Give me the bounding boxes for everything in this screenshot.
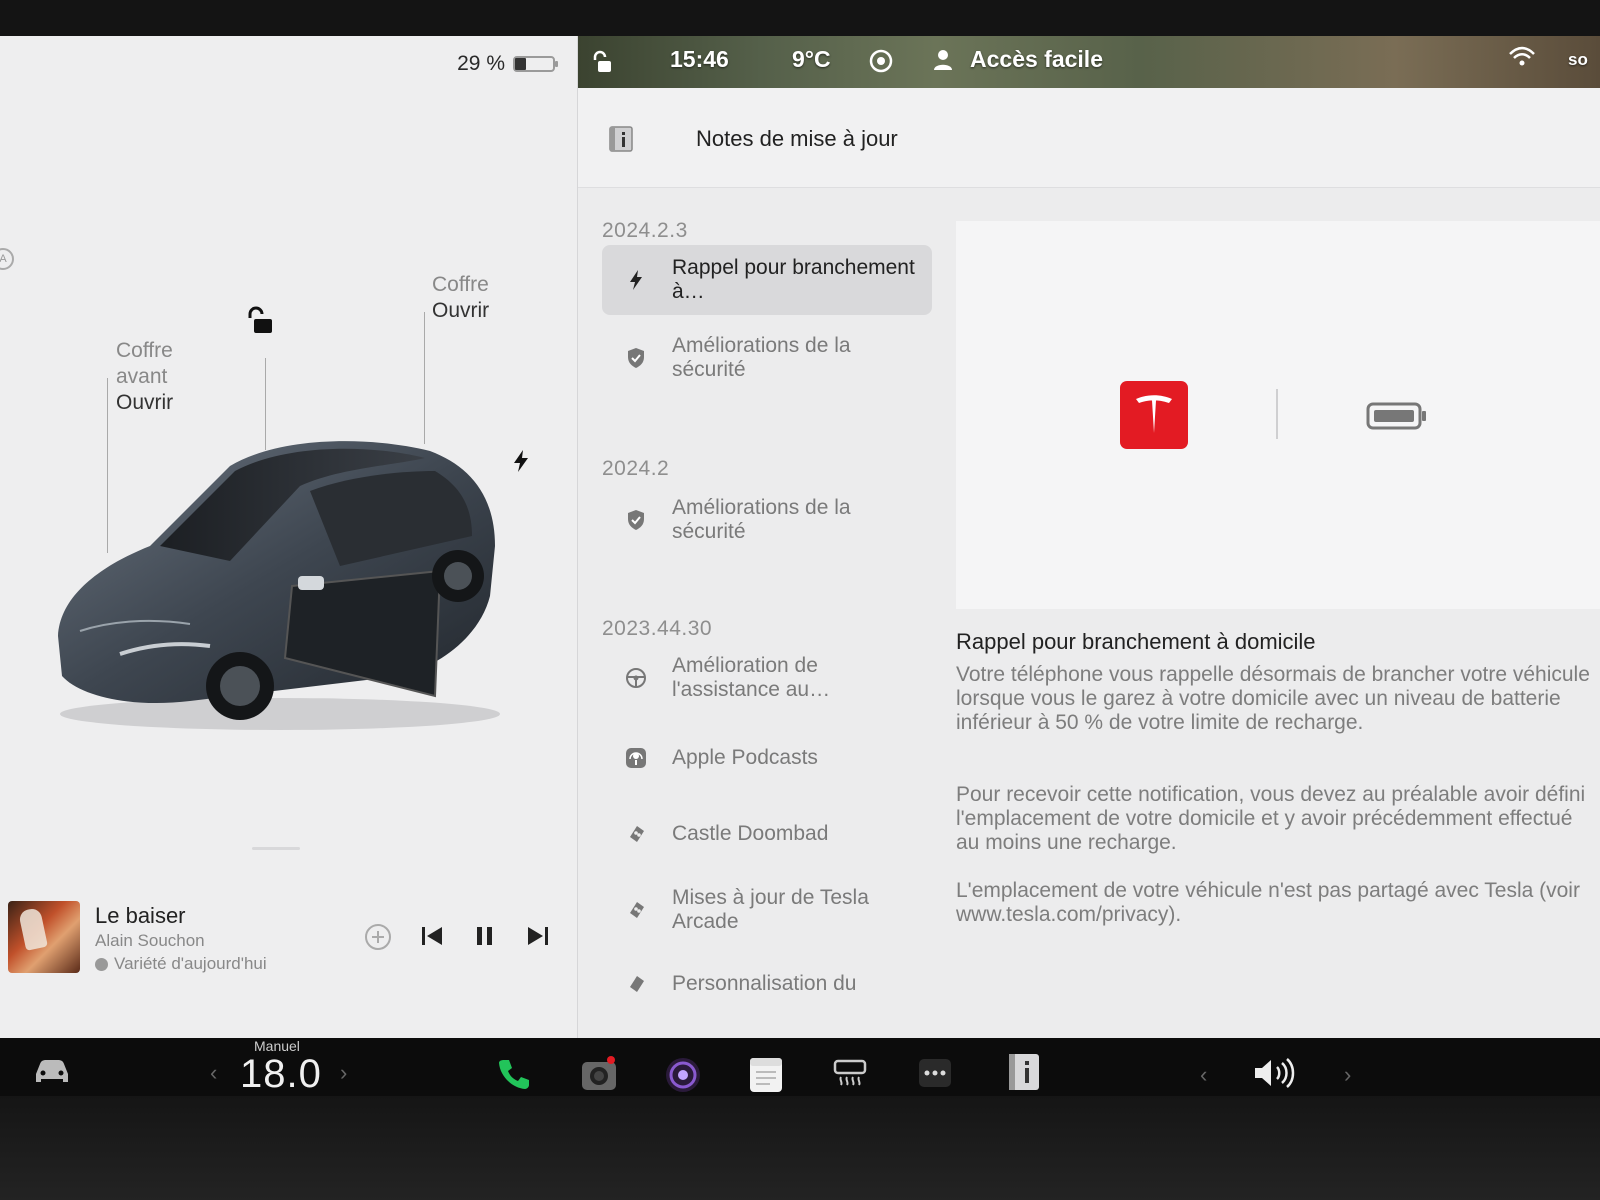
battery-percent: 29 % xyxy=(457,52,505,75)
release-notes-panel: Notes de mise à jour 2024.2.3 Rappel pou… xyxy=(578,88,1600,1038)
driver-profile-name[interactable]: Accès facile xyxy=(970,46,1103,73)
sentry-icon[interactable] xyxy=(868,48,894,80)
detail-title: Rappel pour branchement à domicile xyxy=(956,629,1316,654)
note-item-security-improvements[interactable]: Améliorations de la sécurité xyxy=(602,323,932,393)
volume-down-chevron-icon[interactable]: ‹ xyxy=(1200,1062,1207,1088)
note-item-label: Améliorations de la sécurité xyxy=(672,334,851,381)
game-icon xyxy=(624,972,648,996)
note-item-personalisation[interactable]: Personnalisation du xyxy=(602,949,932,1019)
game-icon xyxy=(624,898,648,922)
temp-up-chevron-icon[interactable]: › xyxy=(340,1060,347,1086)
detail-paragraph: Pour recevoir cette notification, vous d… xyxy=(956,783,1586,854)
version-label: 2024.2.3 xyxy=(602,219,688,242)
battery-icon xyxy=(1366,401,1428,436)
release-notes-icon[interactable] xyxy=(1006,1052,1042,1096)
defrost-icon[interactable] xyxy=(832,1058,868,1093)
touchscreen: 29 % A Coffre avant Ouvrir Coffre Ouvrir xyxy=(0,36,1600,1096)
note-item-label: Apple Podcasts xyxy=(672,746,818,769)
note-item-label: Améliorations de la sécurité xyxy=(672,496,851,543)
note-item-castle-doombad[interactable]: Castle Doombad xyxy=(602,799,932,869)
lens-icon[interactable] xyxy=(664,1056,702,1096)
pause-icon[interactable] xyxy=(474,923,496,954)
detail-paragraph: L'emplacement de votre véhicule n'est pa… xyxy=(956,879,1580,926)
release-note-detail: Rappel pour branchement à domicile Votre… xyxy=(956,189,1600,1038)
battery-icon xyxy=(513,56,558,72)
release-notes-book-icon xyxy=(606,124,636,159)
taskbar: ‹ Manuel 18.0 › ‹ › xyxy=(0,1038,1600,1096)
song-source: Variété d'aujourd'hui xyxy=(95,954,267,974)
note-item-label: Castle Doombad xyxy=(672,822,829,845)
clock: 15:46 xyxy=(670,46,729,72)
unlock-icon[interactable] xyxy=(246,306,274,341)
song-artist: Alain Souchon xyxy=(95,931,205,950)
release-notes-header: Notes de mise à jour xyxy=(578,88,1600,188)
cabin-temperature[interactable]: 18.0 xyxy=(240,1052,322,1096)
note-item-label: Mises à jour de Tesla Arcade xyxy=(672,886,869,933)
add-favorite-icon[interactable] xyxy=(364,923,392,956)
album-art[interactable] xyxy=(8,901,80,973)
release-notes-title: Notes de mise à jour xyxy=(696,126,898,151)
version-label: 2023.44.30 xyxy=(602,617,713,640)
calendar-icon[interactable] xyxy=(748,1054,784,1096)
trunk-control[interactable]: Coffre Ouvrir xyxy=(432,272,489,324)
note-item-security-improvements[interactable]: Améliorations de la sécurité xyxy=(602,485,932,555)
more-icon[interactable] xyxy=(918,1058,952,1093)
note-item-home-charging-reminder[interactable]: Rappel pour branchement à… xyxy=(602,245,932,315)
note-item-label: Personnalisation du xyxy=(672,972,857,995)
note-item-driving-assistance[interactable]: Amélioration de l'assistance au… xyxy=(602,643,932,713)
version-label: 2024.2 xyxy=(602,457,670,480)
podcasts-icon xyxy=(624,746,648,770)
note-item-label: Rappel pour branchement à… xyxy=(672,256,915,303)
wifi-icon[interactable] xyxy=(1508,46,1536,74)
volume-up-chevron-icon[interactable]: › xyxy=(1344,1062,1351,1088)
camera-icon[interactable] xyxy=(580,1056,618,1096)
note-item-label: Amélioration de l'assistance au… xyxy=(672,654,831,701)
status-edge-text: so xyxy=(1568,50,1588,69)
car-icon[interactable] xyxy=(32,1056,72,1091)
battery-indicator: 29 % xyxy=(457,52,558,76)
note-item-apple-podcasts[interactable]: Apple Podcasts xyxy=(602,723,932,793)
feature-illustration xyxy=(956,221,1600,609)
frunk-label-2: avant xyxy=(116,365,168,388)
trunk-label: Coffre xyxy=(432,273,489,296)
radio-source-icon xyxy=(95,957,108,971)
edge-badge: A xyxy=(0,248,14,270)
detail-paragraph: Votre téléphone vous rappelle désormais … xyxy=(956,663,1590,734)
driver-profile-icon[interactable] xyxy=(932,48,954,78)
source-label: Variété d'aujourd'hui xyxy=(114,954,267,973)
vehicle-pane: 29 % A Coffre avant Ouvrir Coffre Ouvrir xyxy=(0,36,578,1038)
bolt-icon xyxy=(624,268,648,292)
next-track-icon[interactable] xyxy=(526,923,550,954)
steering-wheel-icon xyxy=(624,666,648,690)
phone-icon[interactable] xyxy=(496,1056,532,1096)
temp-down-chevron-icon[interactable]: ‹ xyxy=(210,1060,217,1086)
dashboard-trim xyxy=(0,1096,1600,1200)
media-player: Le baiser Alain Souchon Variété d'aujour… xyxy=(0,851,578,1001)
drawer-handle[interactable] xyxy=(252,847,300,850)
vehicle-image xyxy=(58,441,500,730)
release-notes-list: 2024.2.3 Rappel pour branchement à… Amél… xyxy=(578,189,936,1038)
volume-icon[interactable] xyxy=(1252,1056,1296,1095)
game-icon xyxy=(624,822,648,846)
note-item-tesla-arcade-updates[interactable]: Mises à jour de Tesla Arcade xyxy=(602,875,932,945)
song-title: Le baiser xyxy=(95,903,186,928)
illustration-divider xyxy=(1276,389,1278,439)
unlocked-icon[interactable] xyxy=(592,50,612,80)
frunk-label: Coffre xyxy=(116,339,173,362)
status-bar: 15:46 9°C Accès facile so xyxy=(578,36,1600,88)
charge-port-icon[interactable] xyxy=(512,449,530,478)
previous-track-icon[interactable] xyxy=(420,923,444,954)
outside-temperature: 9°C xyxy=(792,46,831,72)
shield-icon xyxy=(624,346,648,370)
tesla-logo-icon xyxy=(1120,381,1188,449)
shield-icon xyxy=(624,508,648,532)
trunk-open-button[interactable]: Ouvrir xyxy=(432,298,489,324)
